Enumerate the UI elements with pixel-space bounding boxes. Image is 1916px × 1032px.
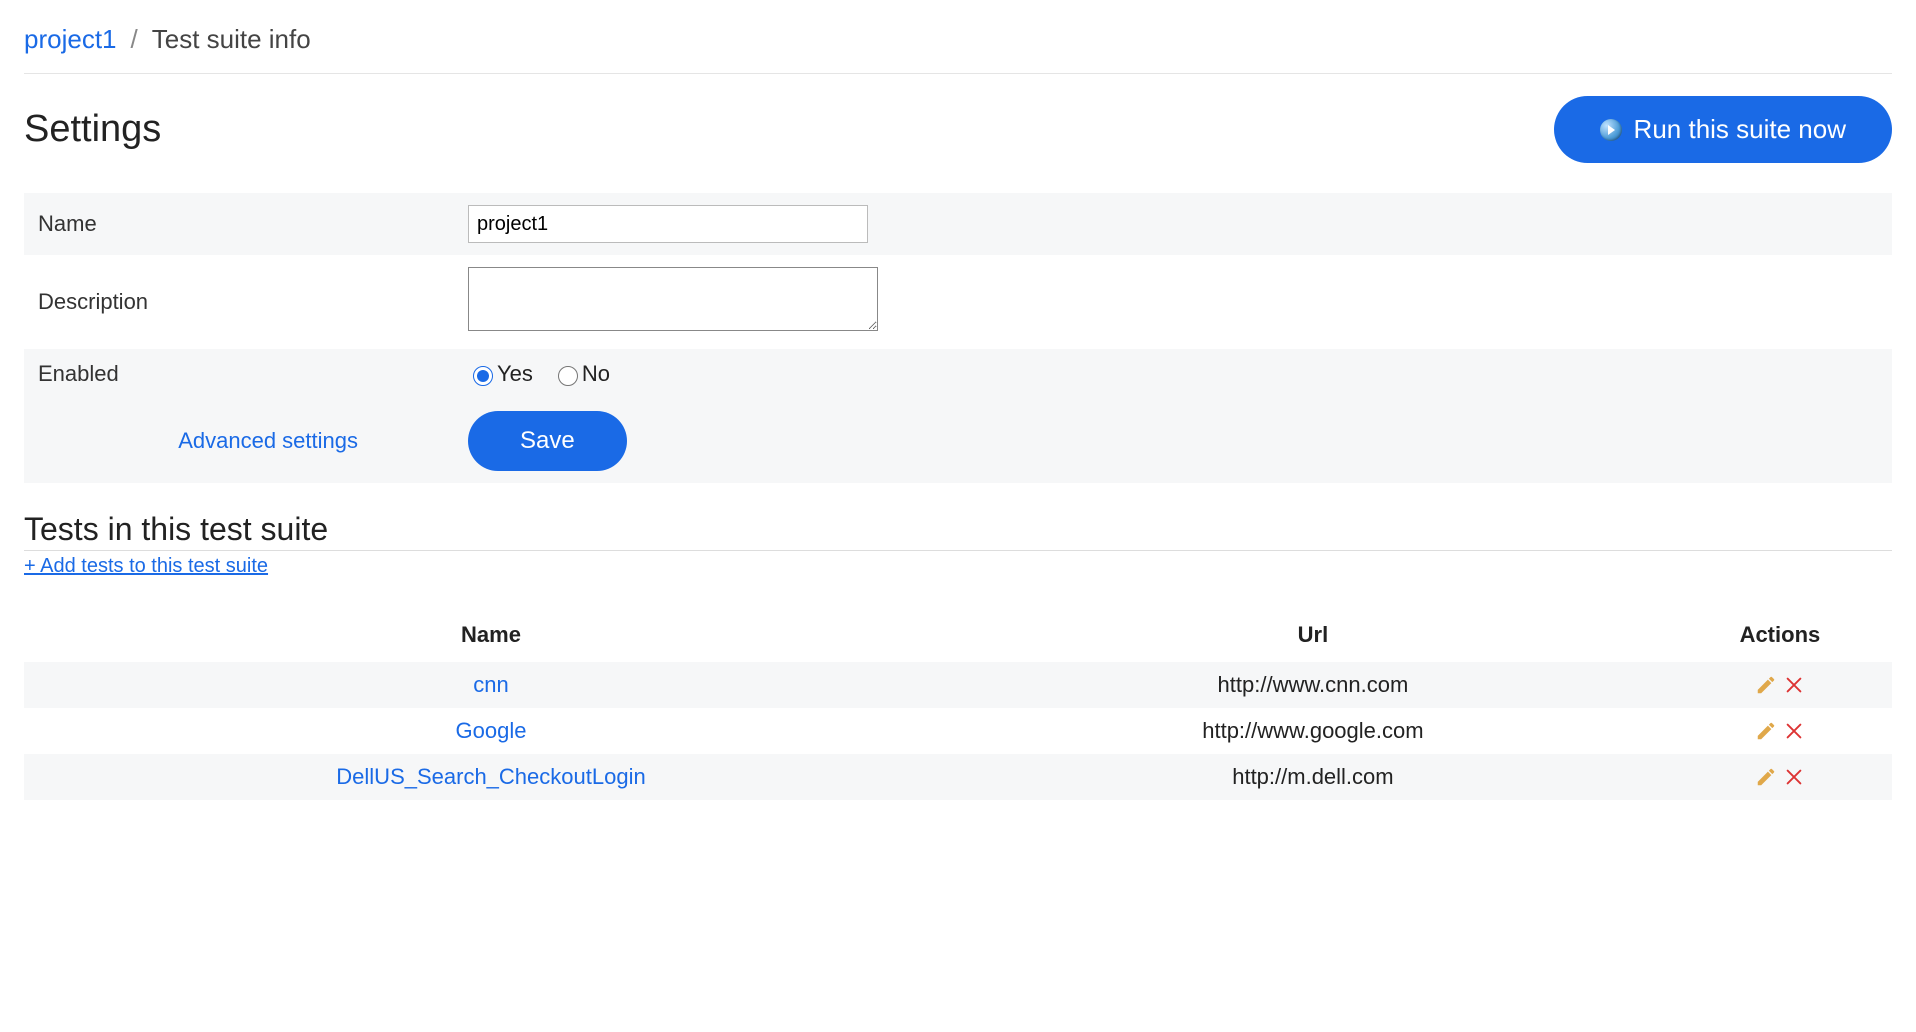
name-input[interactable] [468,205,868,243]
breadcrumb-separator: / [131,24,138,55]
test-name-link[interactable]: DellUS_Search_CheckoutLogin [336,764,645,789]
save-button[interactable]: Save [468,411,627,471]
description-textarea[interactable] [468,267,878,331]
tests-heading: Tests in this test suite [24,511,1892,551]
edit-icon[interactable] [1755,674,1777,696]
breadcrumb: project1 / Test suite info [24,24,1892,74]
test-name-link[interactable]: cnn [473,672,508,697]
edit-icon[interactable] [1755,720,1777,742]
breadcrumb-current: Test suite info [152,24,311,55]
enabled-yes-label: Yes [497,361,533,387]
enabled-label: Enabled [38,361,468,387]
test-url-cell: http://www.google.com [958,708,1668,754]
enabled-no-label: No [582,361,610,387]
col-actions-header: Actions [1668,608,1892,662]
enabled-no-radio[interactable] [558,366,578,386]
test-name-link[interactable]: Google [456,718,527,743]
col-url-header: Url [958,608,1668,662]
description-label: Description [38,289,468,315]
delete-icon[interactable] [1783,674,1805,696]
test-url-cell: http://www.cnn.com [958,662,1668,708]
delete-icon[interactable] [1783,720,1805,742]
page-title: Settings [24,108,161,151]
table-row: DellUS_Search_CheckoutLogin http://m.dell… [24,754,1892,800]
delete-icon[interactable] [1783,766,1805,788]
tests-table: Name Url Actions cnn http://www.cnn.com G… [24,608,1892,800]
table-row: cnn http://www.cnn.com [24,662,1892,708]
play-icon [1600,119,1622,141]
run-suite-button[interactable]: Run this suite now [1554,96,1892,163]
run-suite-button-label: Run this suite now [1634,114,1846,145]
edit-icon[interactable] [1755,766,1777,788]
test-url-cell: http://m.dell.com [958,754,1668,800]
name-label: Name [38,211,468,237]
enabled-yes-radio[interactable] [473,366,493,386]
settings-form: Name Description Enabled Yes No Advanced… [24,193,1892,483]
advanced-settings-link[interactable]: Advanced settings [38,428,468,454]
add-tests-link[interactable]: + Add tests to this test suite [24,555,268,578]
breadcrumb-parent-link[interactable]: project1 [24,24,117,55]
col-name-header: Name [24,608,958,662]
table-row: Google http://www.google.com [24,708,1892,754]
